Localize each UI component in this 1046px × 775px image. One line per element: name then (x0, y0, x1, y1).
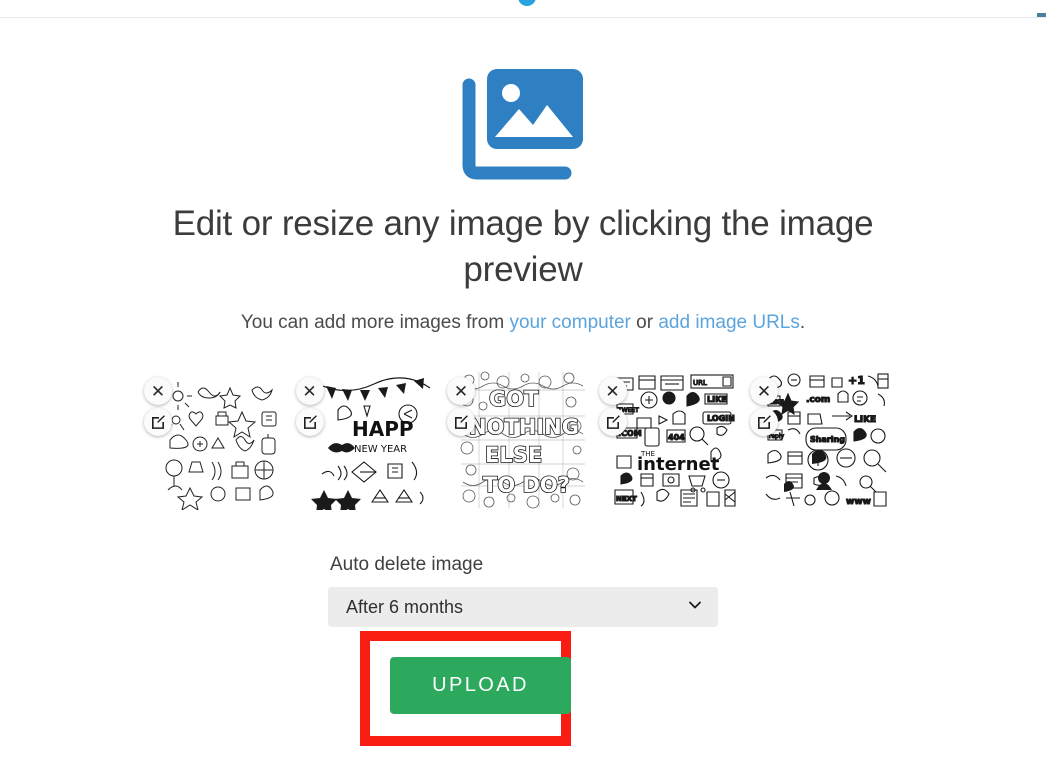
svg-text:internet: internet (637, 454, 720, 475)
images-icon (449, 17, 597, 189)
edit-square-icon (455, 415, 468, 429)
svg-text:LOGIN: LOGIN (707, 414, 735, 423)
thumbnail-item[interactable]: HAPP NEW YEAR ✕ (295, 370, 436, 510)
thumbnail-preview[interactable]: URL LIKE TWEET LOGIN .COM 404 THE intern… (610, 370, 739, 510)
thumbnail-preview[interactable] (156, 370, 284, 510)
thumbnail-preview[interactable]: +1 LIKE .com LIKE reply Sharing www (762, 370, 890, 510)
add-more-images-text: You can add more images from your comput… (0, 311, 1046, 335)
edit-square-icon (758, 415, 771, 429)
svg-text:ELSE: ELSE (485, 443, 542, 467)
close-icon: ✕ (453, 381, 469, 401)
upload-button[interactable]: UPLOAD (390, 657, 571, 714)
close-icon: ✕ (302, 381, 317, 401)
thumbnail-item[interactable]: GOT NOTHING ELSE TO DO? ✕ (447, 370, 587, 510)
your-computer-link[interactable]: your computer (509, 312, 630, 333)
subtitle-suffix: . (799, 312, 806, 333)
edit-thumbnail-button[interactable] (750, 408, 778, 436)
top-header-strip (0, 0, 1046, 18)
remove-thumbnail-button[interactable]: ✕ (598, 377, 627, 405)
thumbnail-item[interactable]: +1 LIKE .com LIKE reply Sharing www ✕ (750, 370, 890, 510)
thumbnail-preview[interactable]: GOT NOTHING ELSE TO DO? (459, 370, 587, 510)
edit-square-icon (606, 415, 620, 429)
auto-delete-select[interactable]: After 6 months (328, 587, 718, 627)
edit-thumbnail-button[interactable] (295, 408, 324, 436)
svg-text:Sharing: Sharing (810, 435, 845, 444)
svg-text:LIKE: LIKE (854, 415, 876, 425)
remove-thumbnail-button[interactable]: ✕ (295, 377, 324, 405)
auto-delete-section: Auto delete image After 6 months (328, 554, 718, 627)
close-icon: ✕ (150, 381, 166, 401)
site-logo-partial[interactable] (516, 0, 540, 8)
image-thumbnail-list: ✕ HAPP NEW YEAR ✕ GOT NOTHING ELSE TO DO… (144, 370, 890, 512)
logo-dot-icon (518, 0, 536, 6)
chevron-down-icon (689, 601, 701, 609)
svg-text:HAPP: HAPP (352, 417, 414, 441)
svg-text:GOT: GOT (489, 387, 539, 411)
thumbnail-item[interactable]: URL LIKE TWEET LOGIN .COM 404 THE intern… (598, 370, 739, 510)
svg-text:+1: +1 (848, 374, 865, 387)
svg-text:reply: reply (769, 433, 785, 440)
edit-thumbnail-button[interactable] (598, 408, 627, 436)
auto-delete-selected-value: After 6 months (346, 596, 464, 617)
edit-square-icon (152, 415, 165, 429)
close-icon: ✕ (756, 381, 772, 401)
svg-text:www: www (846, 497, 871, 507)
subtitle-prefix: You can add more images from (240, 312, 510, 333)
auto-delete-label: Auto delete image (330, 554, 484, 575)
edit-square-icon (303, 415, 317, 429)
add-image-urls-link[interactable]: add image URLs (658, 312, 800, 333)
svg-text:TO DO?: TO DO? (483, 473, 570, 497)
thumbnail-item[interactable]: ✕ (144, 370, 284, 510)
upload-page: Edit or resize any image by clicking the… (0, 17, 1046, 775)
edit-thumbnail-button[interactable] (144, 408, 172, 436)
thumbnail-preview[interactable]: HAPP NEW YEAR (307, 370, 436, 510)
svg-text:LIKE: LIKE (707, 395, 727, 404)
svg-text:NEW YEAR: NEW YEAR (354, 444, 407, 455)
svg-text:404: 404 (668, 433, 685, 442)
svg-text:NEXT: NEXT (616, 495, 637, 503)
upload-button-area: UPLOAD (328, 627, 718, 746)
svg-text:.com: .com (806, 395, 830, 405)
remove-thumbnail-button[interactable]: ✕ (750, 377, 778, 405)
remove-thumbnail-button[interactable]: ✕ (144, 377, 172, 405)
edit-thumbnail-button[interactable] (447, 408, 475, 436)
page-title: Edit or resize any image by clicking the… (172, 204, 874, 289)
svg-text:NOTHING: NOTHING (469, 415, 579, 439)
subtitle-middle: or (630, 312, 659, 333)
svg-text:URL: URL (693, 379, 707, 387)
close-icon: ✕ (605, 381, 620, 401)
remove-thumbnail-button[interactable]: ✕ (447, 377, 475, 405)
